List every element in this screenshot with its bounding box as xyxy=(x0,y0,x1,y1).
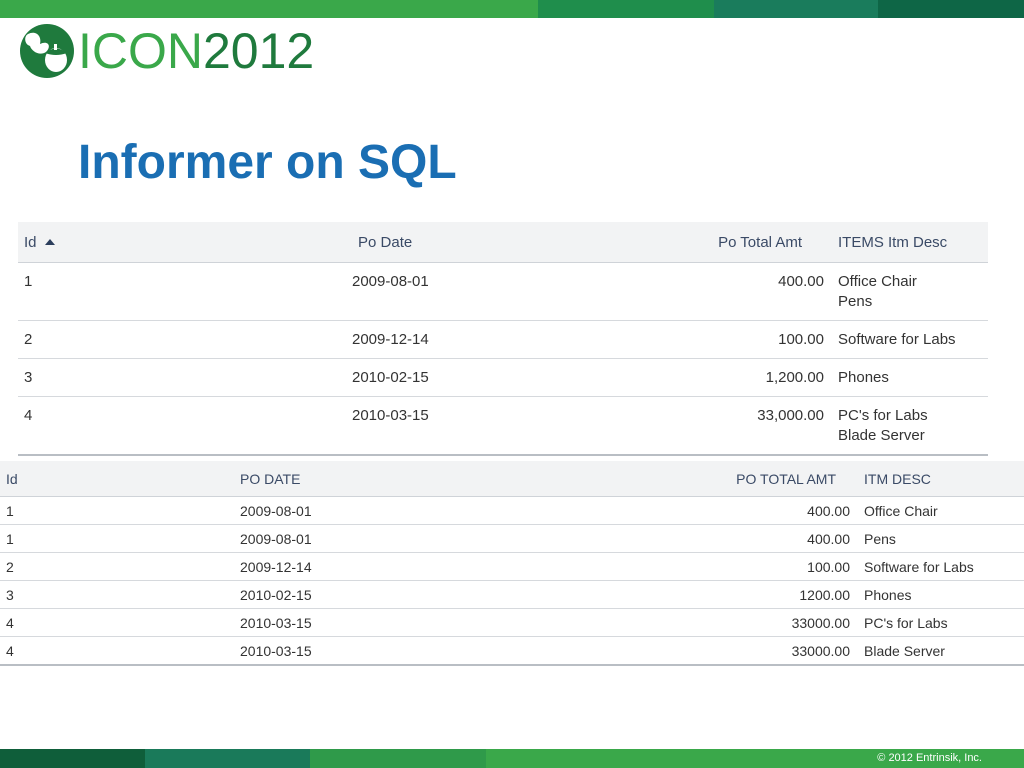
column-header-id[interactable]: Id xyxy=(18,222,346,263)
bottom-accent-bar xyxy=(0,749,1024,768)
cell-amount: 100.00 xyxy=(542,552,858,581)
table-row: 4 2010-03-15 33000.00 PC's for Labs xyxy=(0,608,1024,637)
top-bar-segment xyxy=(878,0,1024,18)
cell-date: 2010-02-15 xyxy=(346,358,596,397)
cell-id: 4 xyxy=(18,396,346,456)
item-line: Phones xyxy=(838,369,889,386)
cell-amount: 33,000.00 xyxy=(596,396,832,456)
cell-items: Phones xyxy=(832,358,988,397)
acorn-leaf-icon xyxy=(20,24,74,78)
table-row: 1 2009-08-01 400.00 Pens xyxy=(0,524,1024,553)
cell-date: 2009-08-01 xyxy=(234,496,542,525)
cell-amount: 1200.00 xyxy=(542,580,858,609)
table-row: 1 2009-08-01 400.00 Office Chair xyxy=(0,496,1024,525)
cell-amount: 33000.00 xyxy=(542,608,858,637)
cell-date: 2009-08-01 xyxy=(234,524,542,553)
sort-ascending-icon[interactable] xyxy=(44,238,55,245)
table-row: 4 2010-03-15 33000.00 Blade Server xyxy=(0,636,1024,666)
cell-amount: 100.00 xyxy=(596,320,832,359)
top-bar-segment xyxy=(714,0,878,18)
bottom-bar-segment xyxy=(0,749,145,768)
top-bar-segment xyxy=(538,0,714,18)
cell-amount: 1,200.00 xyxy=(596,358,832,397)
cell-desc: Phones xyxy=(858,580,1024,609)
table-header-row: Id Po Date Po Total Amt ITEMS Itm Desc xyxy=(18,222,988,263)
cell-date: 2009-12-14 xyxy=(346,320,596,359)
table-row: 3 2010-02-15 1,200.00 Phones xyxy=(18,358,988,397)
column-header-po-date[interactable]: Po Date xyxy=(346,222,596,263)
item-line: PC's for Labs xyxy=(838,407,928,424)
logo-text-primary: ICON xyxy=(78,23,203,79)
column-header-po-total-amt[interactable]: Po Total Amt xyxy=(596,222,832,263)
cell-desc: Pens xyxy=(858,524,1024,553)
column-header-items-desc[interactable]: ITEMS Itm Desc xyxy=(832,222,988,263)
column-header-po-date[interactable]: PO DATE xyxy=(234,461,542,497)
cell-id: 1 xyxy=(18,262,346,321)
cell-id: 1 xyxy=(0,524,234,553)
bottom-bar-segment xyxy=(310,749,486,768)
cell-date: 2009-12-14 xyxy=(234,552,542,581)
column-header-itm-desc[interactable]: ITM DESC xyxy=(858,461,1024,497)
cell-desc: PC's for Labs xyxy=(858,608,1024,637)
cell-id: 4 xyxy=(0,636,234,666)
cell-date: 2009-08-01 xyxy=(346,262,596,321)
cell-items: PC's for Labs Blade Server xyxy=(832,396,988,456)
cell-items: Office Chair Pens xyxy=(832,262,988,321)
slide-title: Informer on SQL xyxy=(78,136,457,189)
cell-desc: Office Chair xyxy=(858,496,1024,525)
top-accent-bar xyxy=(0,0,1024,18)
item-line: Pens xyxy=(838,293,873,310)
item-line: Office Chair xyxy=(838,273,917,290)
table-row: 3 2010-02-15 1200.00 Phones xyxy=(0,580,1024,609)
cell-id: 3 xyxy=(18,358,346,397)
cell-date: 2010-03-15 xyxy=(234,636,542,666)
table-row: 2 2009-12-14 100.00 Software for Labs xyxy=(0,552,1024,581)
cell-amount: 400.00 xyxy=(596,262,832,321)
logo-text-secondary: 2012 xyxy=(203,23,315,79)
sql-result-table: Id PO DATE PO TOTAL AMT ITM DESC 1 2009-… xyxy=(0,461,1024,666)
cell-id: 2 xyxy=(18,320,346,359)
cell-amount: 33000.00 xyxy=(542,636,858,666)
icon2012-logo: ICON2012 xyxy=(18,22,314,80)
table-row: 4 2010-03-15 33,000.00 PC's for Labs Blad… xyxy=(18,396,988,456)
cell-desc: Software for Labs xyxy=(858,552,1024,581)
cell-amount: 400.00 xyxy=(542,496,858,525)
table-row: 1 2009-08-01 400.00 Office Chair Pens xyxy=(18,262,988,321)
cell-date: 2010-03-15 xyxy=(234,608,542,637)
cell-desc: Blade Server xyxy=(858,636,1024,666)
cell-amount: 400.00 xyxy=(542,524,858,553)
cell-id: 4 xyxy=(0,608,234,637)
logo-text: ICON2012 xyxy=(78,24,314,78)
table-header-row: Id PO DATE PO TOTAL AMT ITM DESC xyxy=(0,461,1024,497)
column-header-po-total-amt[interactable]: PO TOTAL AMT xyxy=(542,461,858,497)
item-line: Software for Labs xyxy=(838,331,956,348)
column-header-id[interactable]: Id xyxy=(0,461,234,497)
cell-date: 2010-03-15 xyxy=(346,396,596,456)
cell-date: 2010-02-15 xyxy=(234,580,542,609)
informer-report-table: Id Po Date Po Total Amt ITEMS Itm Desc 1… xyxy=(18,222,988,456)
bottom-bar-segment xyxy=(145,749,310,768)
table-row: 2 2009-12-14 100.00 Software for Labs xyxy=(18,320,988,359)
cell-id: 2 xyxy=(0,552,234,581)
cell-id: 1 xyxy=(0,496,234,525)
top-bar-segment xyxy=(0,0,538,18)
cell-id: 3 xyxy=(0,580,234,609)
copyright-text: © 2012 Entrinsik, Inc. xyxy=(877,752,982,764)
cell-items: Software for Labs xyxy=(832,320,988,359)
item-line: Blade Server xyxy=(838,427,925,444)
